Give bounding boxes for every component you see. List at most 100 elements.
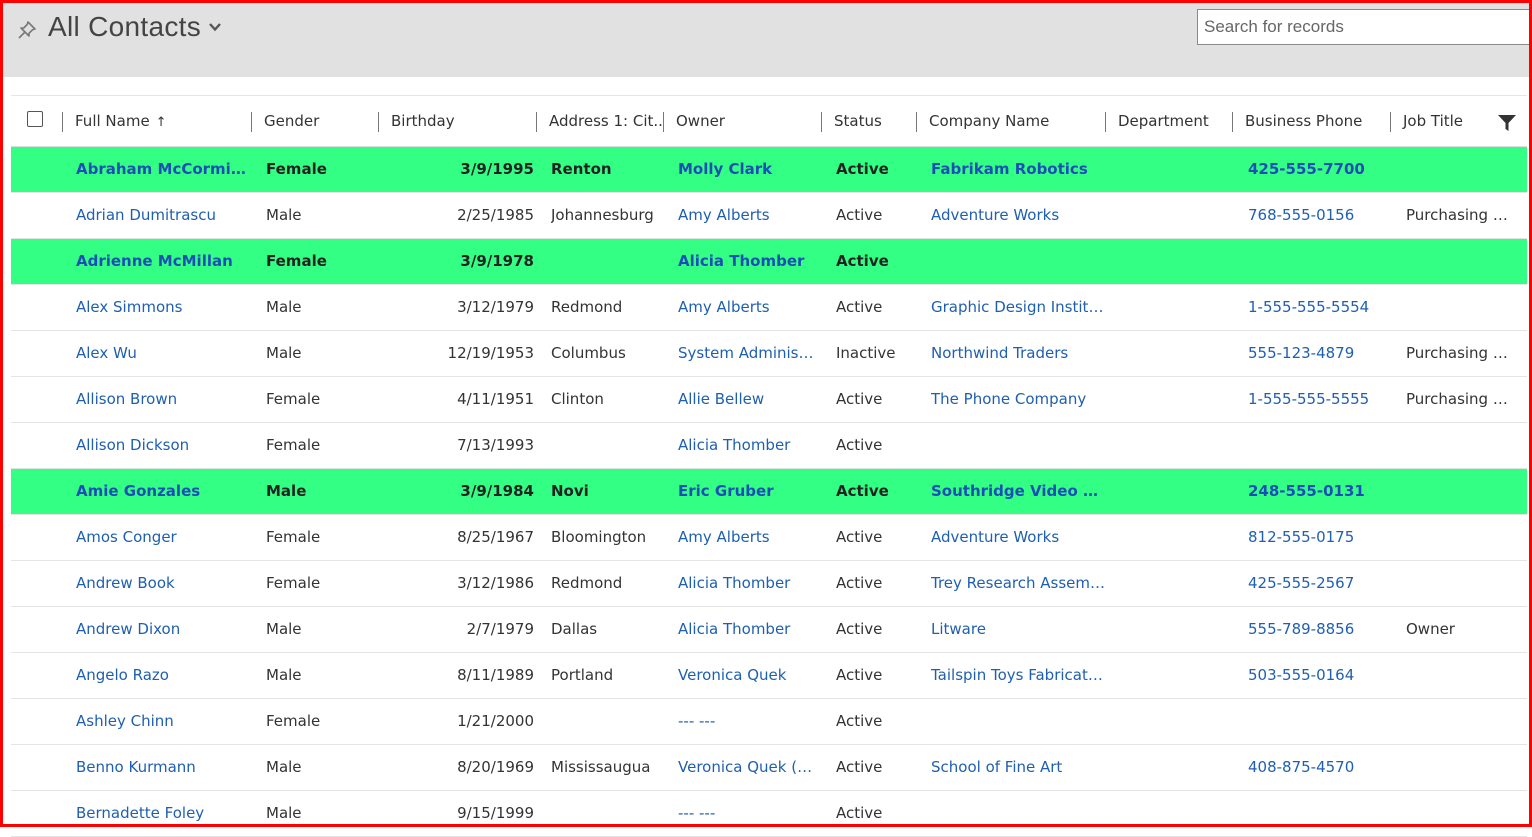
cell-department — [1120, 239, 1230, 284]
cell-full-name[interactable]: Amos Conger — [76, 515, 248, 560]
cell-job-title — [1406, 239, 1518, 284]
cell-owner[interactable]: Alicia Thomber — [678, 561, 818, 606]
table-row[interactable]: Allison Dickson Female 7/13/1993 Alicia Tho… — [11, 423, 1527, 469]
cell-full-name[interactable]: Amie Gonzales — [76, 469, 248, 514]
cell-business-phone[interactable]: 425-555-7700 — [1248, 147, 1388, 192]
cell-company[interactable]: The Phone Company — [931, 377, 1106, 422]
column-header-owner[interactable]: Owner — [663, 96, 820, 146]
cell-owner[interactable]: Veronica Quek — [678, 653, 818, 698]
table-row[interactable]: Adrienne McMillan Female 3/9/1978 Alicia Th… — [11, 239, 1527, 285]
cell-company[interactable]: Trey Research Assembly — [931, 561, 1106, 606]
cell-owner[interactable]: Amy Alberts — [678, 285, 818, 330]
cell-owner[interactable]: Veronica Quek (S... — [678, 745, 818, 790]
cell-business-phone[interactable]: 1-555-555-5554 — [1248, 285, 1388, 330]
cell-owner[interactable]: Molly Clark — [678, 147, 818, 192]
table-row[interactable]: Angelo Razo Male 8/11/1989 Portland Veronica… — [11, 653, 1527, 699]
cell-owner[interactable]: Alicia Thomber — [678, 423, 818, 468]
view-title[interactable]: All Contacts — [48, 11, 201, 43]
table-row[interactable]: Andrew Book Female 3/12/1986 Redmond Alicia … — [11, 561, 1527, 607]
column-header-department[interactable]: Department — [1105, 96, 1231, 146]
cell-business-phone[interactable] — [1248, 791, 1388, 836]
column-header-company[interactable]: Company Name — [916, 96, 1104, 146]
table-row[interactable]: Adrian Dumitrascu Male 2/25/1985 Johannesbu… — [11, 193, 1527, 239]
cell-business-phone[interactable]: 555-123-4879 — [1248, 331, 1388, 376]
cell-business-phone[interactable] — [1248, 699, 1388, 744]
column-header-phone[interactable]: Business Phone — [1232, 96, 1389, 146]
cell-business-phone[interactable]: 555-789-8856 — [1248, 607, 1388, 652]
cell-full-name[interactable]: Ashley Chinn — [76, 699, 248, 744]
cell-company[interactable]: Tailspin Toys Fabrication — [931, 653, 1106, 698]
cell-gender: Male — [266, 758, 302, 776]
cell-company[interactable]: School of Fine Art — [931, 745, 1106, 790]
cell-company[interactable] — [931, 791, 1106, 836]
cell-full-name[interactable]: Benno Kurmann — [76, 745, 248, 790]
cell-owner[interactable]: Alicia Thomber — [678, 239, 818, 284]
table-row[interactable]: Alex Simmons Male 3/12/1979 Redmond Amy Albe… — [11, 285, 1527, 331]
cell-business-phone[interactable] — [1248, 239, 1388, 284]
cell-full-name[interactable]: Andrew Book — [76, 561, 248, 606]
column-header-job-title[interactable]: Job Title — [1390, 96, 1490, 146]
cell-business-phone[interactable]: 248-555-0131 — [1248, 469, 1388, 514]
cell-full-name[interactable]: Angelo Razo — [76, 653, 248, 698]
cell-full-name[interactable]: Adrienne McMillan — [76, 239, 248, 284]
cell-company[interactable] — [931, 239, 1106, 284]
cell-full-name[interactable]: Allison Dickson — [76, 423, 248, 468]
cell-owner[interactable]: Amy Alberts — [678, 515, 818, 560]
cell-company[interactable]: Northwind Traders — [931, 331, 1106, 376]
column-header-gender[interactable]: Gender — [251, 96, 377, 146]
table-row[interactable]: Ashley Chinn Female 1/21/2000 --- --- Active — [11, 699, 1527, 745]
cell-business-phone[interactable]: 1-555-555-5555 — [1248, 377, 1388, 422]
cell-owner[interactable]: Alicia Thomber — [678, 607, 818, 652]
table-row[interactable]: Andrew Dixon Male 2/7/1979 Dallas Alicia Tho… — [11, 607, 1527, 653]
column-header-status[interactable]: Status — [821, 96, 915, 146]
search-input[interactable] — [1197, 9, 1532, 45]
column-header-full-name[interactable]: Full Name ↑ — [62, 96, 250, 146]
cell-full-name[interactable]: Andrew Dixon — [76, 607, 248, 652]
cell-business-phone[interactable]: 503-555-0164 — [1248, 653, 1388, 698]
cell-company[interactable]: Fabrikam Robotics — [931, 147, 1106, 192]
cell-gender: Female — [266, 574, 321, 592]
cell-business-phone[interactable] — [1248, 423, 1388, 468]
cell-company[interactable] — [931, 699, 1106, 744]
cell-owner[interactable]: --- --- — [678, 699, 818, 744]
cell-business-phone[interactable]: 768-555-0156 — [1248, 193, 1388, 238]
table-row[interactable]: Bernadette Foley Male 9/15/1999 --- --- Acti… — [11, 791, 1527, 837]
table-row[interactable]: Allison Brown Female 4/11/1951 Clinton Allie… — [11, 377, 1527, 423]
table-row[interactable]: Amos Conger Female 8/25/1967 Bloomington Amy… — [11, 515, 1527, 561]
cell-company[interactable]: Litware — [931, 607, 1106, 652]
column-header-birthday[interactable]: Birthday — [378, 96, 535, 146]
filter-icon[interactable] — [1497, 114, 1517, 132]
cell-owner[interactable]: System Administr... — [678, 331, 818, 376]
table-row[interactable]: Amie Gonzales Male 3/9/1984 Novi Eric Gruber… — [11, 469, 1527, 515]
cell-owner[interactable]: Eric Gruber — [678, 469, 818, 514]
chevron-down-icon[interactable] — [208, 21, 222, 33]
cell-owner[interactable]: Amy Alberts — [678, 193, 818, 238]
cell-owner[interactable]: --- --- — [678, 791, 818, 836]
cell-business-phone[interactable]: 425-555-2567 — [1248, 561, 1388, 606]
cell-city — [551, 423, 659, 468]
cell-company[interactable]: Adventure Works — [931, 515, 1106, 560]
cell-full-name[interactable]: Alex Wu — [76, 331, 248, 376]
cell-full-name[interactable]: Alex Simmons — [76, 285, 248, 330]
cell-company[interactable]: Adventure Works — [931, 193, 1106, 238]
table-row[interactable]: Abraham McCormick Female 3/9/1995 Renton Mol… — [11, 147, 1527, 193]
pin-icon[interactable] — [17, 20, 37, 40]
cell-business-phone[interactable]: 812-555-0175 — [1248, 515, 1388, 560]
cell-department — [1120, 193, 1230, 238]
select-all-checkbox[interactable] — [27, 111, 43, 127]
cell-full-name[interactable]: Allison Brown — [76, 377, 248, 422]
cell-full-name[interactable]: Abraham McCormick — [76, 147, 248, 192]
cell-owner[interactable]: Allie Bellew — [678, 377, 818, 422]
table-row[interactable]: Alex Wu Male 12/19/1953 Columbus System Admi… — [11, 331, 1527, 377]
cell-full-name[interactable]: Bernadette Foley — [76, 791, 248, 836]
cell-full-name[interactable]: Adrian Dumitrascu — [76, 193, 248, 238]
table-row[interactable]: Benno Kurmann Male 8/20/1969 Mississaugua Ve… — [11, 745, 1527, 791]
cell-company[interactable]: Graphic Design Institute — [931, 285, 1106, 330]
cell-company[interactable]: Southridge Video Ele... — [931, 469, 1106, 514]
cell-company[interactable] — [931, 423, 1106, 468]
cell-status: Active — [836, 804, 883, 822]
cell-job-title — [1406, 699, 1518, 744]
cell-department — [1120, 515, 1230, 560]
column-header-city[interactable]: Address 1: Cit... — [536, 96, 662, 146]
cell-business-phone[interactable]: 408-875-4570 — [1248, 745, 1388, 790]
